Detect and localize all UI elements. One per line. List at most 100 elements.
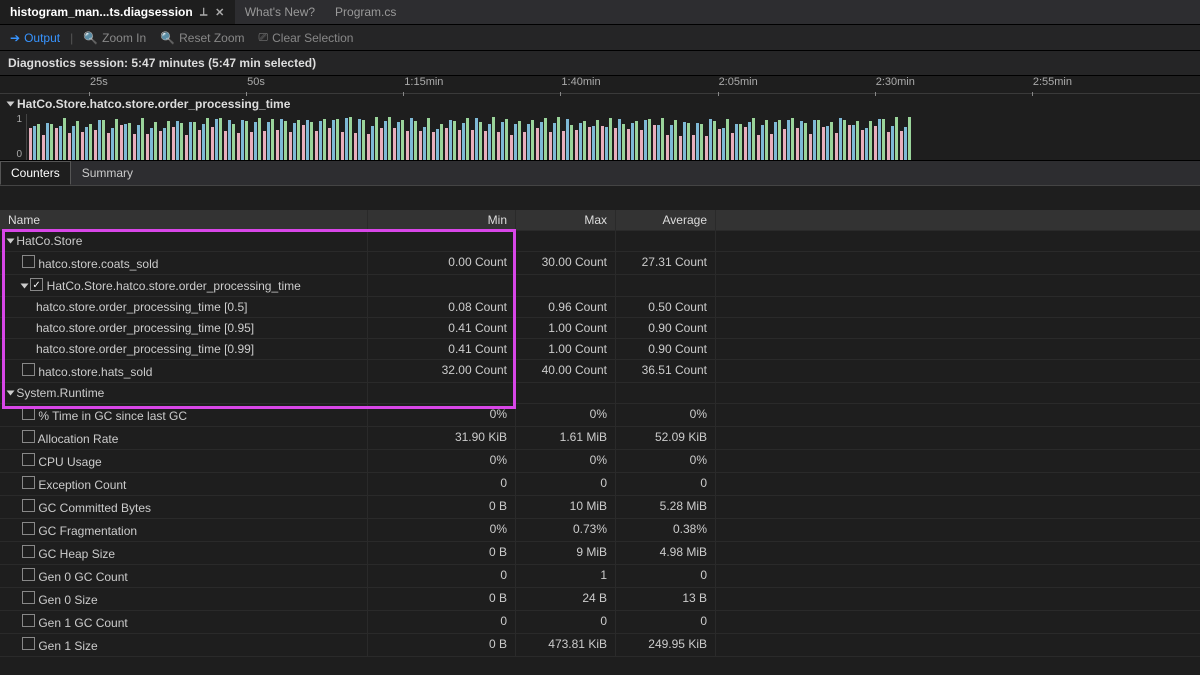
table-row[interactable]: GC Committed Bytes0 B10 MiB5.28 MiB	[0, 496, 1200, 519]
table-header-row: Name Min Max Average	[0, 210, 1200, 231]
expand-icon[interactable]	[7, 391, 15, 396]
expand-icon[interactable]	[7, 102, 15, 107]
cell-min: 32.00 Count	[368, 360, 516, 382]
cell-max: 1	[516, 565, 616, 587]
row-name: System.Runtime	[13, 386, 104, 400]
checkbox[interactable]	[22, 407, 35, 420]
chart-body: 10	[0, 114, 1200, 160]
row-name: GC Heap Size	[35, 547, 115, 561]
checkbox[interactable]	[22, 453, 35, 466]
table-row[interactable]: Gen 0 Size 0 B24 B13 B	[0, 588, 1200, 611]
table-row[interactable]: Gen 1 Size0 B473.81 KiB249.95 KiB	[0, 634, 1200, 657]
checkbox[interactable]	[22, 255, 35, 268]
cell-max: 473.81 KiB	[516, 634, 616, 656]
metric-label[interactable]: HatCo.Store.hatco.store.order_processing…	[0, 94, 1200, 114]
table-row[interactable]: Allocation Rate31.90 KiB1.61 MiB52.09 Ki…	[0, 427, 1200, 450]
cell-avg: 0.90 Count	[616, 318, 716, 338]
time-tick: 50s	[247, 76, 265, 88]
cell-min: 0%	[368, 404, 516, 426]
reset-zoom-button[interactable]: 🔍 Reset Zoom	[156, 29, 248, 47]
time-tick: 2:30min	[876, 76, 915, 88]
row-name: Allocation Rate	[35, 432, 118, 446]
cell-avg: 27.31 Count	[616, 252, 716, 274]
cell-max: 1.00 Count	[516, 339, 616, 359]
col-max[interactable]: Max	[516, 210, 616, 230]
table-row[interactable]: Exception Count000	[0, 473, 1200, 496]
cell-avg	[616, 383, 716, 403]
tab-whatsnew[interactable]: What's New?	[235, 0, 325, 24]
cell-max	[516, 231, 616, 251]
col-min[interactable]: Min	[368, 210, 516, 230]
time-tick: 2:05min	[719, 76, 758, 88]
row-name: Gen 1 Size	[35, 639, 98, 653]
table-row[interactable]: hatco.store.order_processing_time [0.99]…	[0, 339, 1200, 360]
table-row[interactable]: hatco.store.order_processing_time [0.95]…	[0, 318, 1200, 339]
tab-label: histogram_man...ts.diagsession	[10, 5, 193, 19]
col-name[interactable]: Name	[0, 210, 368, 230]
time-tick: 1:40min	[561, 76, 600, 88]
row-name: hatco.store.coats_sold	[35, 257, 158, 271]
table-row[interactable]: HatCo.Store	[0, 231, 1200, 252]
cell-avg: 4.98 MiB	[616, 542, 716, 564]
row-name: Gen 0 Size	[35, 593, 98, 607]
pin-icon[interactable]: ⟂	[199, 7, 209, 17]
table-row[interactable]: GC Heap Size0 B9 MiB4.98 MiB	[0, 542, 1200, 565]
table-row[interactable]: Gen 0 GC Count010	[0, 565, 1200, 588]
row-name: Gen 0 GC Count	[35, 570, 128, 584]
checkbox[interactable]	[22, 430, 35, 443]
cell-avg: 249.95 KiB	[616, 634, 716, 656]
checkbox[interactable]	[22, 591, 35, 604]
row-name: HatCo.Store.hatco.store.order_processing…	[43, 279, 300, 293]
cell-avg: 13 B	[616, 588, 716, 610]
cell-max: 0%	[516, 404, 616, 426]
cell-avg: 0.90 Count	[616, 339, 716, 359]
cell-avg: 0%	[616, 404, 716, 426]
checkbox[interactable]	[22, 614, 35, 627]
checkbox[interactable]	[22, 476, 35, 489]
table-row[interactable]: Gen 1 GC Count000	[0, 611, 1200, 634]
table-row[interactable]: hatco.store.order_processing_time [0.5]0…	[0, 297, 1200, 318]
checkbox[interactable]	[22, 363, 35, 376]
checkbox[interactable]	[30, 278, 43, 291]
expand-icon[interactable]	[7, 239, 15, 244]
tab-summary[interactable]: Summary	[71, 161, 144, 185]
close-icon[interactable]: ✕	[215, 7, 225, 17]
checkbox[interactable]	[22, 522, 35, 535]
checkbox[interactable]	[22, 499, 35, 512]
timeline[interactable]: 25s50s1:15min1:40min2:05min2:30min2:55mi…	[0, 76, 1200, 161]
table-row[interactable]: HatCo.Store.hatco.store.order_processing…	[0, 275, 1200, 297]
table-row[interactable]: System.Runtime	[0, 383, 1200, 404]
row-name: CPU Usage	[35, 455, 102, 469]
table-row[interactable]: GC Fragmentation0%0.73%0.38%	[0, 519, 1200, 542]
tab-program[interactable]: Program.cs	[325, 0, 406, 24]
row-name: hatco.store.order_processing_time [0.5]	[36, 300, 247, 314]
checkbox[interactable]	[22, 568, 35, 581]
cell-avg: 36.51 Count	[616, 360, 716, 382]
zoom-in-button[interactable]: 🔍 Zoom In	[79, 29, 150, 47]
clear-selection-button[interactable]: ⎚ Clear Selection	[255, 28, 358, 47]
output-button[interactable]: ➔ Output	[6, 29, 64, 47]
cell-min	[368, 231, 516, 251]
tab-counters[interactable]: Counters	[0, 161, 71, 185]
cell-min: 0	[368, 473, 516, 495]
cell-min: 0%	[368, 519, 516, 541]
cell-min: 0 B	[368, 588, 516, 610]
cell-max: 10 MiB	[516, 496, 616, 518]
checkbox[interactable]	[22, 545, 35, 558]
time-tick: 25s	[90, 76, 108, 88]
checkbox[interactable]	[22, 637, 35, 650]
row-name: Exception Count	[35, 478, 126, 492]
time-tick: 2:55min	[1033, 76, 1072, 88]
table-row[interactable]: CPU Usage0%0%0%	[0, 450, 1200, 473]
cell-max: 24 B	[516, 588, 616, 610]
time-ruler: 25s50s1:15min1:40min2:05min2:30min2:55mi…	[0, 76, 1200, 94]
table-row[interactable]: hatco.store.hats_sold32.00 Count40.00 Co…	[0, 360, 1200, 383]
table-row[interactable]: % Time in GC since last GC0%0%0%	[0, 404, 1200, 427]
col-avg[interactable]: Average	[616, 210, 716, 230]
expand-icon[interactable]	[21, 284, 29, 289]
tab-diagsession[interactable]: histogram_man...ts.diagsession ⟂ ✕	[0, 0, 235, 24]
table-row[interactable]: hatco.store.coats_sold0.00 Count30.00 Co…	[0, 252, 1200, 275]
cell-avg	[616, 275, 716, 296]
cell-min: 0.00 Count	[368, 252, 516, 274]
cell-max	[516, 275, 616, 296]
